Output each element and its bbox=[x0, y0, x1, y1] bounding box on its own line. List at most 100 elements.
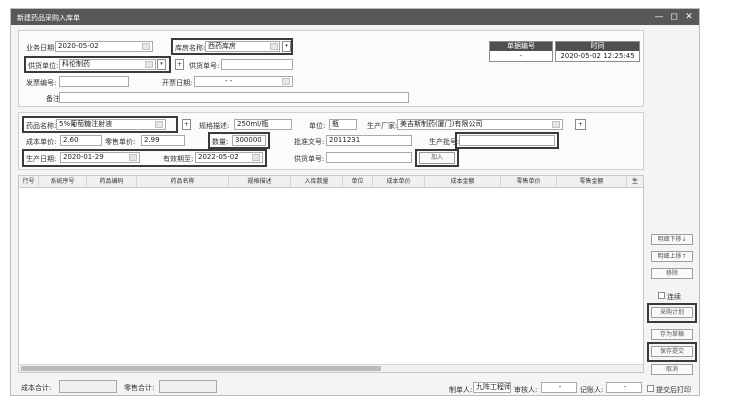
accounting-label: 记账人: bbox=[580, 386, 604, 394]
remark-input[interactable] bbox=[59, 92, 409, 103]
move-down-button[interactable]: 明细下移↓ bbox=[651, 234, 693, 245]
prod-date-label: 生产日期: bbox=[26, 155, 57, 163]
prod-date-value: 2020-01-29 bbox=[63, 153, 104, 161]
dropdown-icon[interactable] bbox=[145, 61, 153, 68]
spec-label: 规格描述: bbox=[199, 122, 230, 130]
dropdown-icon[interactable] bbox=[155, 121, 163, 128]
drug-name-input[interactable]: 5%葡萄糖注射液 bbox=[56, 119, 166, 130]
spec-value: 250ml/瓶 bbox=[234, 119, 292, 130]
expire-label: 有效期至: bbox=[163, 155, 194, 163]
save-submit-button[interactable]: 保存提交 bbox=[651, 346, 693, 357]
minimize-icon[interactable]: — bbox=[652, 11, 666, 23]
supply-no-label: 供货单号: bbox=[189, 62, 220, 70]
detail-grid: 行号 系统序号 药品编码 药品名称 规格描述 入库数量 单位 成本单价 成本金额… bbox=[18, 175, 644, 373]
time-header: 时间 bbox=[556, 42, 639, 51]
save-draft-button[interactable]: 存为草稿 bbox=[651, 329, 693, 340]
print-after-submit-checkbox[interactable] bbox=[647, 385, 654, 392]
reviewer-label: 审核人: bbox=[514, 386, 538, 394]
cancel-button[interactable]: 取消 bbox=[651, 364, 693, 375]
expire-input[interactable]: 2022-05-02 bbox=[195, 152, 263, 163]
col-retail-amount: 零售金额 bbox=[557, 176, 627, 187]
calendar-icon[interactable] bbox=[282, 78, 290, 85]
dropdown-icon[interactable] bbox=[552, 121, 560, 128]
biz-date-input[interactable]: 2020-05-02 bbox=[55, 41, 153, 52]
horizontal-scrollbar[interactable] bbox=[19, 364, 643, 372]
continue-checkbox[interactable] bbox=[658, 292, 665, 299]
print-after-submit-label: 提交后打印 bbox=[656, 386, 691, 394]
grid-header: 行号 系统序号 药品编码 药品名称 规格描述 入库数量 单位 成本单价 成本金额… bbox=[19, 176, 643, 188]
warehouse-label: 库房名称: bbox=[175, 44, 206, 52]
col-drug-name: 药品名称 bbox=[137, 176, 229, 187]
cost-input[interactable]: 2.60 bbox=[60, 135, 102, 146]
purchase-inbound-window: 新建药品采购入库单 — ◻ ✕ 业务日期: 2020-05-02 库房名称: 西… bbox=[10, 8, 700, 396]
col-cost-amount: 成本金额 bbox=[425, 176, 501, 187]
retail-input[interactable]: 2.99 bbox=[141, 135, 185, 146]
add-supplier-button[interactable]: + bbox=[175, 59, 184, 70]
add-drug-button[interactable]: + bbox=[182, 119, 191, 130]
qty-label: 数量: bbox=[212, 138, 229, 146]
col-row-no: 行号 bbox=[19, 176, 39, 187]
col-cost-price: 成本单价 bbox=[373, 176, 425, 187]
invoice-date-value: - - bbox=[225, 77, 233, 85]
invoice-label: 发票编号: bbox=[26, 79, 57, 87]
unit-value: 瓶 bbox=[329, 119, 357, 130]
doc-no-value: - bbox=[519, 52, 523, 60]
doc-no-box: 单据编号 - bbox=[489, 41, 553, 62]
drug-supply-no-input[interactable] bbox=[326, 152, 412, 163]
calendar-icon[interactable] bbox=[142, 43, 150, 50]
maker-label: 生产厂家: bbox=[367, 122, 398, 130]
calendar-icon[interactable] bbox=[129, 154, 137, 161]
calendar-icon[interactable] bbox=[252, 154, 260, 161]
col-unit: 单位 bbox=[343, 176, 373, 187]
retail-total-value bbox=[159, 380, 217, 393]
remove-button[interactable]: 移除 bbox=[651, 268, 693, 279]
col-sys-no: 系统序号 bbox=[39, 176, 87, 187]
invoice-date-input[interactable]: - - bbox=[194, 76, 293, 87]
col-qty: 入库数量 bbox=[291, 176, 343, 187]
col-retail-price: 零售单价 bbox=[501, 176, 557, 187]
batch-input[interactable] bbox=[459, 135, 555, 146]
retail-total-label: 零售合计: bbox=[124, 384, 155, 392]
col-spec: 规格描述 bbox=[229, 176, 291, 187]
supply-no-input[interactable] bbox=[221, 59, 293, 70]
supplier-label: 供货单位: bbox=[28, 62, 59, 70]
purchase-plan-button[interactable]: 采购计划 bbox=[651, 307, 693, 318]
restore-icon[interactable]: ◻ bbox=[667, 11, 681, 23]
warehouse-select[interactable]: 西药库房 bbox=[205, 41, 280, 52]
col-drug-code: 药品编码 bbox=[87, 176, 137, 187]
move-up-button[interactable]: 明细上移↑ bbox=[651, 251, 693, 262]
add-button[interactable]: 加入 bbox=[419, 152, 455, 164]
prod-date-input[interactable]: 2020-01-29 bbox=[60, 152, 140, 163]
retail-label: 零售单价: bbox=[105, 138, 136, 146]
title-bar: 新建药品采购入库单 — ◻ ✕ bbox=[11, 9, 699, 25]
col-more: 生 bbox=[631, 178, 638, 185]
chevron-down-icon[interactable]: ▾ bbox=[157, 59, 166, 70]
drug-supply-no-label: 供货单号: bbox=[294, 155, 325, 163]
qty-input[interactable]: 300000 bbox=[232, 135, 266, 146]
supplier-select[interactable]: 科伦制药 bbox=[59, 59, 156, 70]
chevron-down-icon[interactable]: ▾ bbox=[282, 41, 291, 52]
add-maker-button[interactable]: + bbox=[575, 119, 586, 130]
approval-label: 批准文号: bbox=[294, 138, 325, 146]
maker-value: 美吉斯制药(厦门)有限公司 bbox=[400, 120, 483, 128]
doc-no-header: 单据编号 bbox=[490, 42, 552, 51]
scrollbar-thumb[interactable] bbox=[21, 366, 381, 371]
expire-value: 2022-05-02 bbox=[198, 153, 239, 161]
maker-select[interactable]: 美吉斯制药(厦门)有限公司 bbox=[397, 119, 563, 130]
cost-total-label: 成本合计: bbox=[21, 384, 52, 392]
dropdown-icon[interactable] bbox=[270, 43, 278, 50]
cost-total-value bbox=[59, 380, 117, 393]
reviewer-value: - bbox=[541, 382, 577, 393]
warehouse-value: 西药库房 bbox=[208, 42, 236, 50]
close-icon[interactable]: ✕ bbox=[682, 11, 696, 23]
drug-name-label: 药品名称: bbox=[26, 122, 57, 130]
continue-label: 连续 bbox=[667, 293, 681, 301]
approval-input[interactable]: 2011231 bbox=[326, 135, 412, 146]
header-panel: 业务日期: 2020-05-02 库房名称: 西药库房 ▾ 供货单位: 科伦制药… bbox=[18, 30, 644, 107]
invoice-input[interactable] bbox=[59, 76, 129, 87]
supplier-value: 科伦制药 bbox=[62, 60, 90, 68]
time-value: 2020-05-02 12:25:45 bbox=[560, 52, 635, 60]
biz-date-label: 业务日期: bbox=[26, 44, 57, 52]
invoice-date-label: 开票日期: bbox=[162, 79, 193, 87]
maker-person-label: 制单人: bbox=[449, 386, 473, 394]
